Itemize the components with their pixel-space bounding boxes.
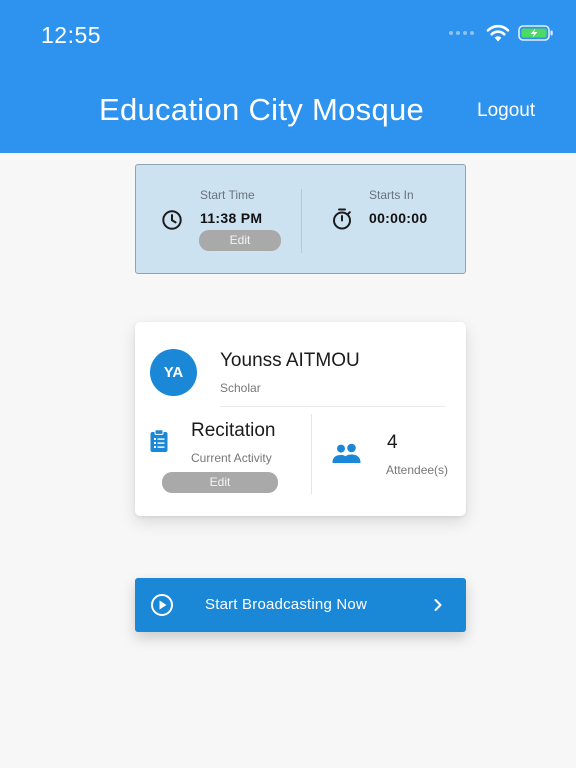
edit-activity-button[interactable]: Edit bbox=[162, 472, 278, 493]
status-indicators bbox=[449, 24, 554, 42]
activity-divider bbox=[311, 414, 312, 494]
broadcast-label: Start Broadcasting Now bbox=[205, 596, 367, 613]
start-time-value: 11:38 PM bbox=[200, 210, 263, 226]
scholar-card: YA Younss AITMOU Scholar Recitation Curr… bbox=[135, 322, 466, 516]
edit-start-time-button[interactable]: Edit bbox=[199, 230, 281, 251]
battery-icon bbox=[518, 25, 553, 41]
app-header: 12:55 Education City Mosque Logout bbox=[0, 0, 576, 153]
scholar-divider bbox=[220, 406, 446, 407]
logout-button[interactable]: Logout bbox=[477, 100, 535, 122]
status-time: 12:55 bbox=[41, 22, 102, 48]
start-time-label: Start Time bbox=[200, 188, 255, 202]
activity-name: Recitation bbox=[191, 420, 276, 441]
scholar-name: Younss AITMOU bbox=[220, 350, 360, 371]
attendee-label: Attendee(s) bbox=[386, 463, 449, 477]
cellular-signal-icon bbox=[449, 31, 474, 35]
activity-label: Current Activity bbox=[191, 451, 272, 465]
scholar-role: Scholar bbox=[220, 381, 261, 395]
chevron-right-icon bbox=[434, 599, 442, 611]
start-broadcasting-button[interactable]: Start Broadcasting Now bbox=[135, 578, 466, 632]
stopwatch-icon bbox=[333, 208, 351, 230]
schedule-divider bbox=[301, 189, 302, 253]
page-title: Education City Mosque bbox=[99, 92, 425, 127]
attendee-count: 4 bbox=[387, 432, 398, 453]
wifi-icon bbox=[486, 24, 510, 42]
starts-in-label: Starts In bbox=[369, 188, 414, 202]
clock-icon bbox=[162, 210, 182, 230]
people-icon bbox=[332, 443, 361, 463]
starts-in-value: 00:00:00 bbox=[369, 210, 428, 226]
clipboard-icon bbox=[150, 429, 168, 452]
avatar: YA bbox=[150, 349, 197, 396]
schedule-card: Start Time 11:38 PM Edit Starts In 00:00… bbox=[135, 164, 466, 274]
play-circle-icon bbox=[151, 594, 173, 616]
